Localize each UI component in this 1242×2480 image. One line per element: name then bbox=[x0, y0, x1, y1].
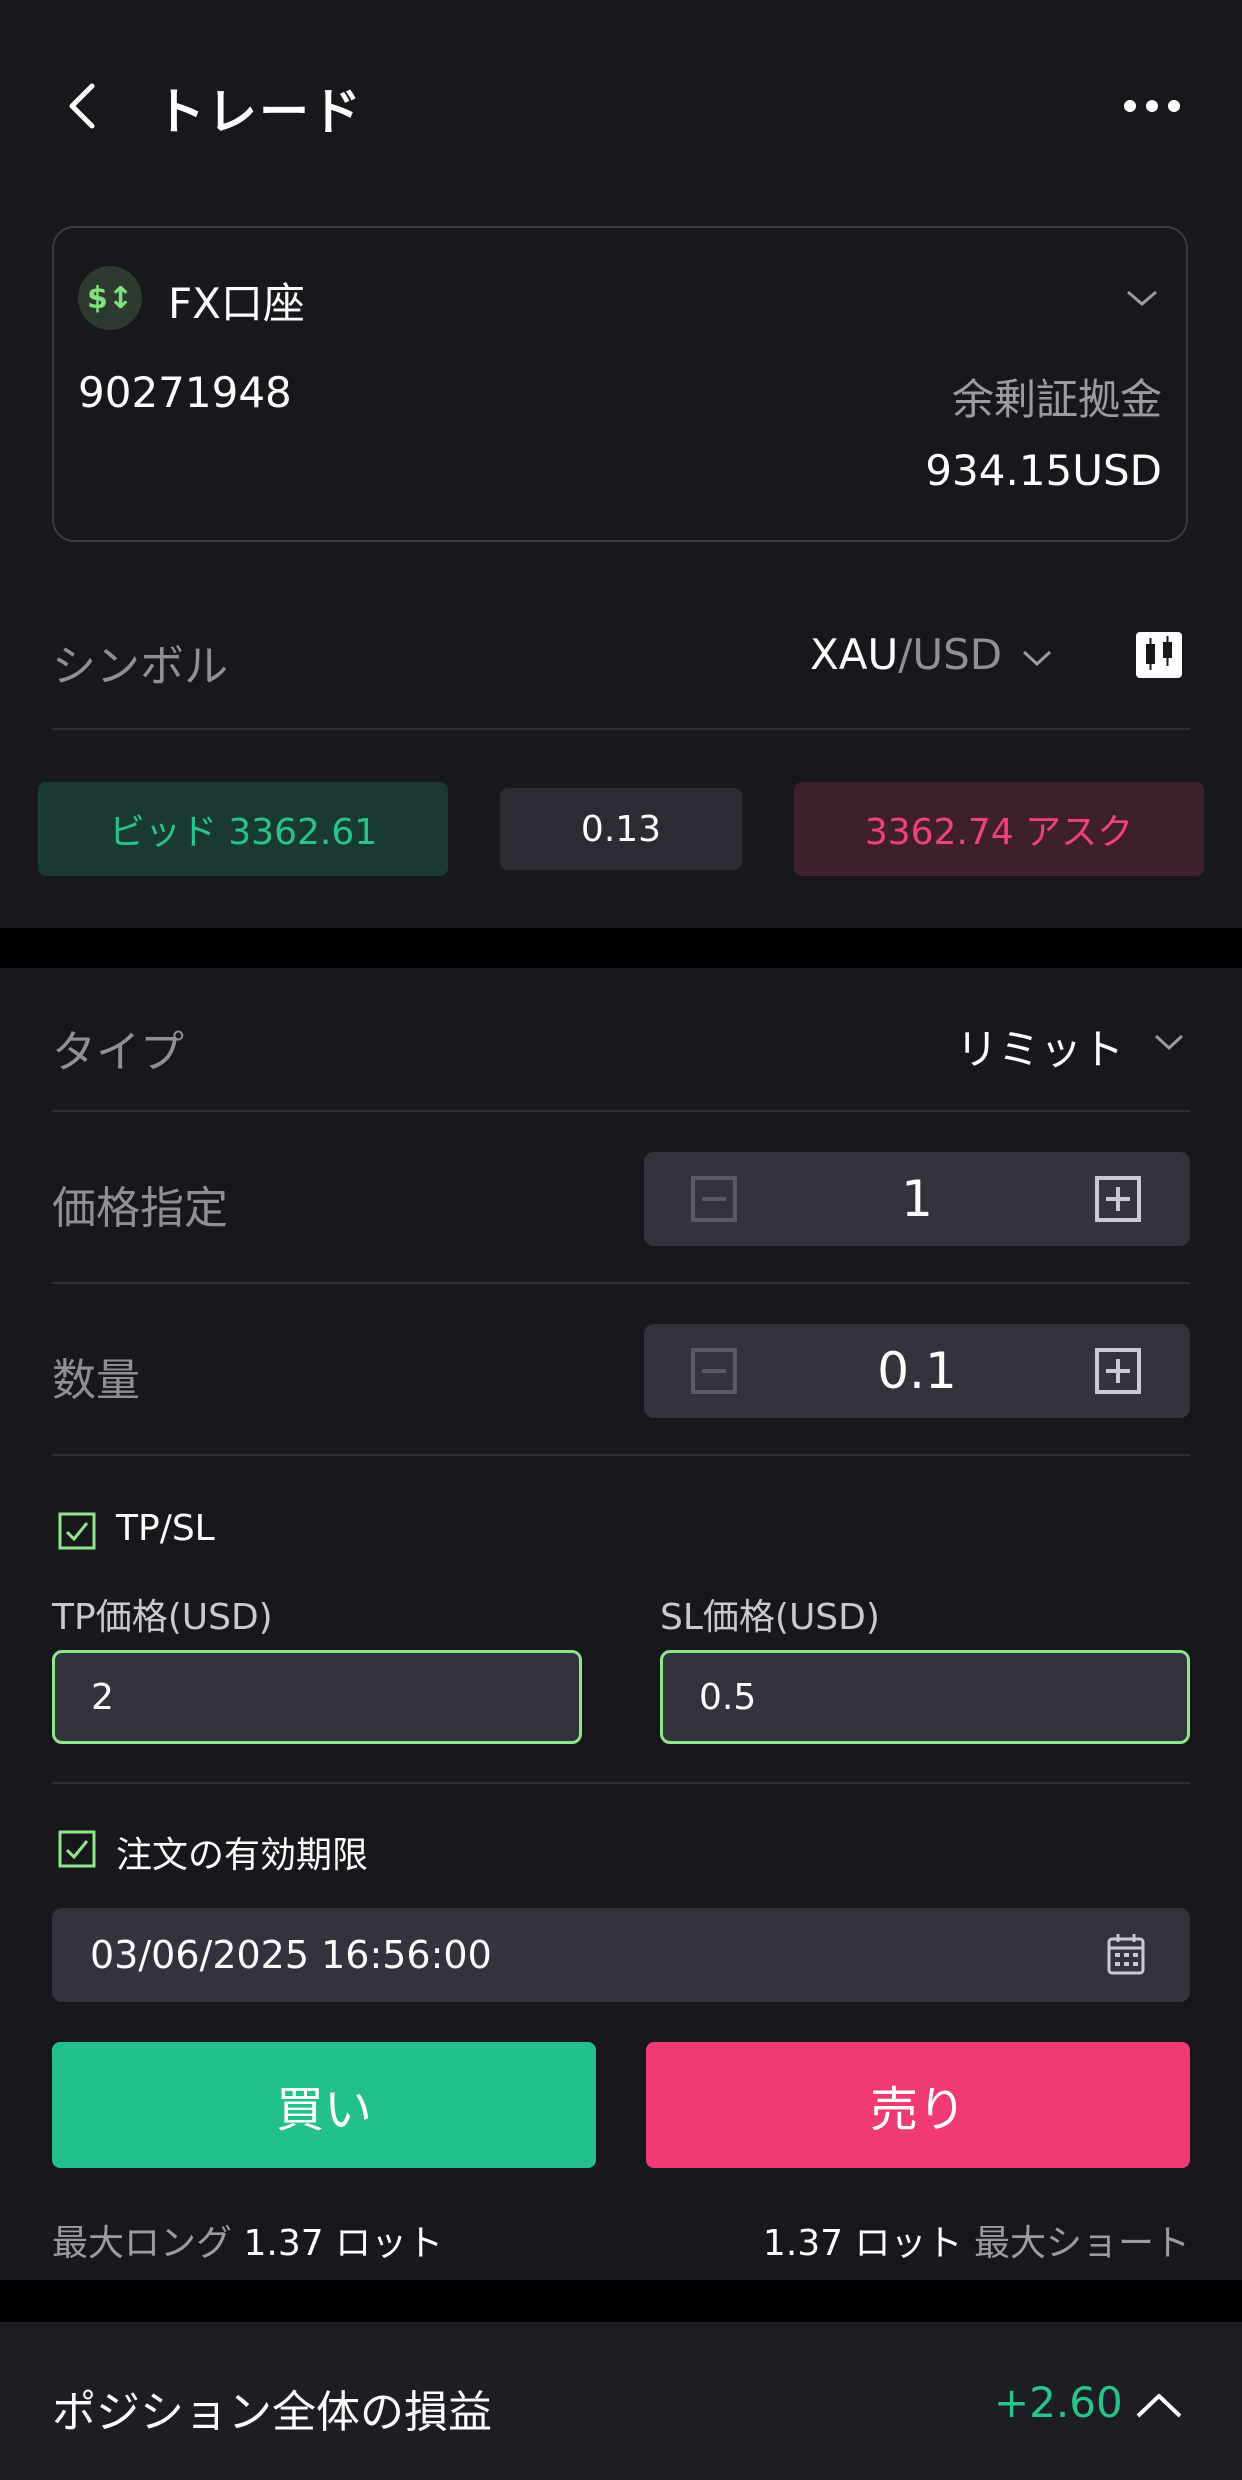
minus-icon[interactable] bbox=[690, 1347, 738, 1395]
symbol-selector[interactable]: XAU/USD bbox=[810, 630, 1002, 679]
price-value[interactable]: 1 bbox=[744, 1152, 1090, 1246]
tp-price-label: TP価格(USD) bbox=[52, 1597, 273, 1638]
order-panel: タイプ リミット 価格指定 1 数量 0.1 TP/SL TP価格(USD) S… bbox=[0, 968, 1242, 2280]
max-short-value: 1.37 ロット bbox=[762, 2223, 963, 2264]
tpsl-label: TP/SL bbox=[116, 1508, 215, 1549]
more-options-icon[interactable] bbox=[1120, 92, 1184, 120]
sell-button[interactable]: 売り bbox=[646, 2042, 1190, 2168]
tp-price-input[interactable]: 2 bbox=[52, 1650, 582, 1744]
tpsl-checkbox[interactable] bbox=[58, 1512, 96, 1550]
calendar-icon[interactable] bbox=[1106, 1932, 1146, 1976]
divider bbox=[52, 1454, 1190, 1456]
chevron-down-icon[interactable] bbox=[1020, 648, 1054, 668]
page-title: トレード bbox=[155, 83, 363, 141]
total-pnl-value: +2.60 bbox=[994, 2378, 1123, 2427]
max-short-label: 最大ショート bbox=[973, 2223, 1190, 2264]
chevron-up-icon[interactable] bbox=[1134, 2390, 1184, 2420]
minus-icon[interactable] bbox=[690, 1175, 738, 1223]
back-arrow-icon[interactable] bbox=[62, 78, 102, 134]
plus-icon[interactable] bbox=[1094, 1347, 1142, 1395]
order-type-label: タイプ bbox=[52, 1027, 184, 1078]
chevron-down-icon[interactable] bbox=[1124, 288, 1160, 308]
account-number: 90271948 bbox=[78, 368, 292, 417]
quantity-value[interactable]: 0.1 bbox=[744, 1324, 1090, 1418]
price-label: 価格指定 bbox=[52, 1183, 228, 1234]
plus-icon[interactable] bbox=[1094, 1175, 1142, 1223]
divider bbox=[52, 1282, 1190, 1284]
expiry-checkbox[interactable] bbox=[58, 1830, 96, 1868]
max-long-value: 1.37 ロット bbox=[243, 2223, 444, 2264]
symbol-base: XAU bbox=[810, 630, 899, 679]
max-long-label: 最大ロング bbox=[52, 2223, 233, 2264]
account-name: FX口座 bbox=[168, 279, 305, 328]
order-type-selector[interactable]: リミット bbox=[956, 1016, 1124, 1077]
bid-price: ビッド 3362.61 bbox=[38, 782, 448, 876]
expiry-label: 注文の有効期限 bbox=[116, 1835, 369, 1876]
symbol-label: シンボル bbox=[52, 641, 228, 692]
max-short: 1.37 ロット 最大ショート bbox=[763, 2214, 1190, 2266]
free-margin-label: 余剰証拠金 bbox=[951, 375, 1162, 424]
free-margin-value: 934.15USD bbox=[925, 446, 1162, 495]
expiry-datetime-input[interactable]: 03/06/2025 16:56:00 bbox=[52, 1908, 1190, 2002]
chevron-down-icon[interactable] bbox=[1152, 1032, 1186, 1052]
quantity-stepper[interactable]: 0.1 bbox=[644, 1324, 1190, 1418]
fx-account-icon: $↕ bbox=[78, 266, 142, 330]
price-stepper[interactable]: 1 bbox=[644, 1152, 1190, 1246]
sl-price-label: SL価格(USD) bbox=[660, 1597, 880, 1638]
quantity-label: 数量 bbox=[52, 1355, 140, 1406]
top-panel: トレード $↕ FX口座 90271948 余剰証拠金 934.15USD シン… bbox=[0, 0, 1242, 928]
total-pnl-label: ポジション全体の損益 bbox=[52, 2387, 492, 2438]
ask-price: 3362.74 アスク bbox=[794, 782, 1204, 876]
symbol-quote: /USD bbox=[898, 630, 1003, 679]
spread-value: 0.13 bbox=[500, 788, 742, 870]
sl-price-input[interactable]: 0.5 bbox=[660, 1650, 1190, 1744]
divider bbox=[52, 1110, 1190, 1112]
divider bbox=[52, 728, 1190, 730]
candlestick-chart-icon[interactable] bbox=[1134, 630, 1184, 680]
divider bbox=[52, 1782, 1190, 1784]
max-long: 最大ロング 1.37 ロット bbox=[52, 2214, 443, 2266]
position-pnl-bar[interactable]: ポジション全体の損益 +2.60 bbox=[0, 2322, 1242, 2480]
buy-button[interactable]: 買い bbox=[52, 2042, 596, 2168]
account-selector[interactable]: $↕ FX口座 90271948 余剰証拠金 934.15USD bbox=[52, 226, 1188, 542]
